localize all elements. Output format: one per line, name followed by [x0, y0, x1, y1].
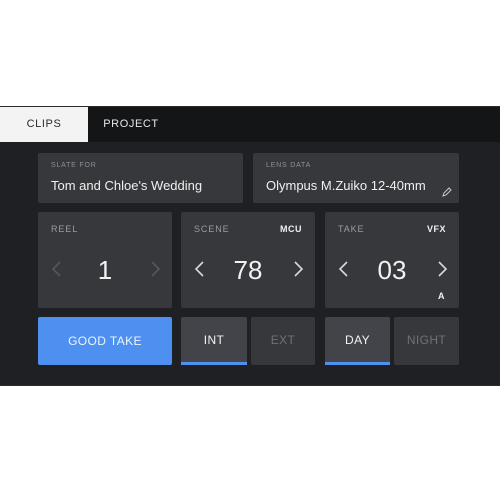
take-next-arrow-icon[interactable] [431, 254, 453, 284]
good-take-button[interactable]: GOOD TAKE [38, 317, 172, 365]
take-sub-label: A [438, 291, 445, 301]
scene-label: SCENE [194, 224, 230, 234]
pencil-icon[interactable] [442, 184, 452, 202]
take-label: TAKE [338, 224, 365, 234]
reel-panel: REEL 1 [38, 212, 172, 308]
day-label: DAY [345, 333, 370, 347]
tab-clips[interactable]: CLIPS [0, 107, 88, 142]
night-label: NIGHT [406, 333, 447, 347]
ext-button[interactable]: EXT [251, 317, 315, 365]
night-button[interactable]: NIGHT [394, 317, 459, 365]
day-selected-indicator [325, 362, 390, 365]
tab-bar: CLIPS PROJECT [0, 107, 500, 142]
tab-project[interactable]: PROJECT [88, 107, 174, 142]
slate-for-label: SLATE FOR [51, 162, 97, 169]
scene-tag: MCU [280, 224, 302, 234]
take-tag: VFX [426, 224, 446, 234]
lens-data-field[interactable]: LENS DATA Olympus M.Zuiko 12-40mm [253, 153, 459, 203]
slate-for-field[interactable]: SLATE FOR Tom and Chloe's Wedding [38, 153, 243, 203]
lens-data-value: Olympus M.Zuiko 12-40mm [266, 178, 426, 193]
ext-label: EXT [270, 333, 296, 347]
int-selected-indicator [181, 362, 247, 365]
slate-for-value: Tom and Chloe's Wedding [51, 178, 203, 193]
reel-label: REEL [51, 224, 79, 234]
int-label: INT [203, 333, 225, 347]
reel-next-arrow-icon[interactable] [144, 254, 166, 284]
slate-screen: CLIPS PROJECT SLATE FOR Tom and Chloe's … [0, 106, 500, 386]
good-take-label: GOOD TAKE [68, 334, 142, 348]
lens-data-label: LENS DATA [266, 162, 312, 169]
scene-next-arrow-icon[interactable] [287, 254, 309, 284]
int-button[interactable]: INT [181, 317, 247, 365]
scene-panel: SCENE MCU 78 [181, 212, 315, 308]
take-panel: TAKE VFX 03 A [325, 212, 459, 308]
day-button[interactable]: DAY [325, 317, 390, 365]
